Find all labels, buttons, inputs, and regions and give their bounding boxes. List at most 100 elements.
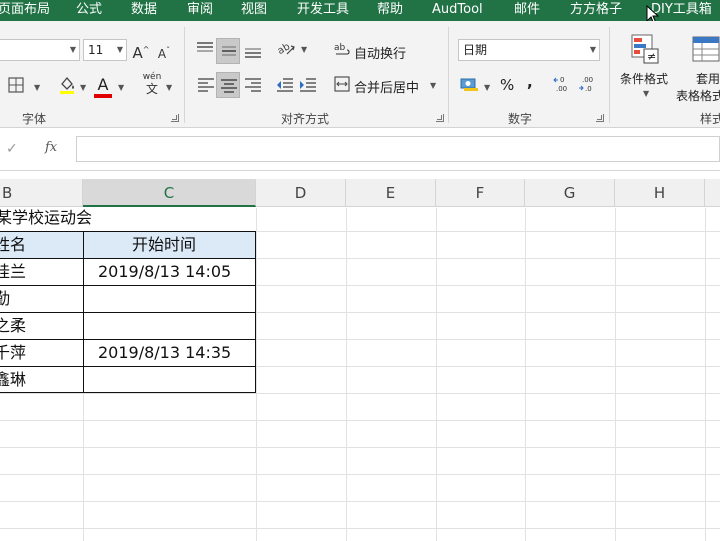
- worksheet-grid: B C D E F G H 某学校运动会 姓名 开始时间 桂兰 2019/8/1…: [0, 171, 720, 541]
- ribbon: ▼ 11 ▼ A^ Aˇ ▼ ▼ A ▼ wén 文 ▼ 字体 ab ▼ ab …: [0, 21, 720, 128]
- row-line: [0, 447, 720, 448]
- font-size-combo[interactable]: 11 ▼: [83, 39, 127, 61]
- table-divider: [0, 285, 256, 286]
- increase-decimal-icon[interactable]: 0 .00: [553, 74, 573, 94]
- menu-view[interactable]: 视图: [241, 0, 267, 21]
- formula-input[interactable]: [76, 136, 720, 162]
- increase-indent-icon[interactable]: [298, 75, 318, 95]
- alignment-dialog-launcher-icon[interactable]: [436, 114, 444, 122]
- grow-font-icon: A: [132, 44, 143, 62]
- col-line: [705, 208, 706, 541]
- column-header-g[interactable]: G: [525, 179, 615, 207]
- comma-style-button[interactable]: ,: [527, 73, 533, 91]
- shrink-font-icon: A: [157, 47, 167, 61]
- styles-group-label: 样式: [700, 112, 720, 126]
- chevron-down-icon[interactable]: ▼: [34, 83, 40, 92]
- font-color-swatch: [94, 94, 112, 98]
- svg-text:.00: .00: [556, 85, 567, 93]
- font-size-value: 11: [88, 43, 104, 57]
- format-as-table-button[interactable]: 套用: [696, 70, 720, 87]
- table-divider: [0, 339, 256, 340]
- menu-audtool[interactable]: AudTool: [432, 0, 483, 21]
- number-format-combo[interactable]: 日期 ▼: [458, 39, 600, 61]
- row-line: [0, 474, 720, 475]
- align-center-icon: [221, 79, 237, 93]
- column-header-c[interactable]: C: [83, 179, 256, 207]
- number-group-label: 数字: [508, 112, 533, 126]
- chevron-down-icon[interactable]: ▼: [430, 81, 436, 90]
- align-right-icon[interactable]: [243, 75, 263, 95]
- menu-bar: 页面布局 公式 数据 审阅 视图 开发工具 帮助 AudTool 邮件 方方格子…: [0, 0, 720, 21]
- decrease-indent-icon[interactable]: [275, 75, 295, 95]
- group-separator: [448, 27, 449, 123]
- format-as-table-label[interactable]: 表格格式: [676, 87, 720, 104]
- menu-formulas[interactable]: 公式: [76, 0, 102, 21]
- conditional-format-button[interactable]: 条件格式: [620, 70, 668, 87]
- align-bottom-icon[interactable]: [242, 40, 264, 62]
- chevron-down-icon[interactable]: ▼: [643, 89, 649, 98]
- font-dialog-launcher-icon[interactable]: [171, 114, 179, 122]
- sheet-title[interactable]: 某学校运动会: [0, 205, 92, 231]
- wrap-text-button[interactable]: 自动换行: [354, 43, 406, 62]
- column-header-e[interactable]: E: [346, 179, 436, 207]
- insert-function-icon[interactable]: fx: [45, 140, 57, 155]
- font-group-label: 字体: [22, 112, 47, 126]
- chevron-down-icon[interactable]: ▼: [301, 45, 307, 54]
- svg-text:.0: .0: [585, 85, 592, 93]
- menu-developer[interactable]: 开发工具: [297, 0, 349, 21]
- svg-text:ab: ab: [334, 43, 346, 53]
- align-top-icon[interactable]: [194, 38, 216, 60]
- group-separator: [609, 27, 610, 123]
- chevron-down-icon[interactable]: ▼: [80, 83, 86, 92]
- align-left-icon[interactable]: [196, 75, 216, 95]
- column-header-i[interactable]: [705, 179, 720, 207]
- column-header-f[interactable]: F: [436, 179, 525, 207]
- align-middle-button[interactable]: [216, 38, 240, 64]
- enter-check-icon[interactable]: ✓: [6, 141, 18, 157]
- borders-icon[interactable]: [8, 77, 24, 93]
- menu-page-layout[interactable]: 页面布局: [0, 0, 50, 21]
- phonetic-guide-button[interactable]: wén 文: [139, 72, 165, 98]
- menu-mail[interactable]: 邮件: [514, 0, 540, 21]
- chevron-down-icon[interactable]: ▼: [118, 83, 124, 92]
- column-header-d[interactable]: D: [256, 179, 346, 207]
- col-line: [346, 208, 347, 541]
- align-center-button[interactable]: [216, 72, 240, 98]
- table-divider: [0, 258, 256, 259]
- row-line: [0, 528, 720, 529]
- currency-icon[interactable]: [460, 75, 480, 93]
- merge-center-button[interactable]: 合并后居中: [354, 77, 419, 96]
- row-line: [0, 420, 720, 421]
- font-name-combo[interactable]: ▼: [0, 39, 80, 61]
- col-line: [436, 208, 437, 541]
- chevron-down-icon: ▼: [116, 45, 123, 54]
- fill-color-icon[interactable]: [58, 75, 76, 95]
- menu-diy-toolbox[interactable]: DIY工具箱: [651, 0, 712, 21]
- menu-data[interactable]: 数据: [131, 0, 157, 21]
- conditional-format-icon: ≠: [631, 34, 659, 64]
- phonetic-label: wén: [142, 72, 162, 82]
- svg-text:0: 0: [560, 76, 564, 84]
- svg-text:≠: ≠: [647, 50, 656, 63]
- percent-button[interactable]: %: [500, 76, 514, 94]
- wrap-text-icon: ab: [334, 43, 350, 55]
- format-as-table-icon: [692, 36, 720, 62]
- align-middle-icon: [222, 46, 236, 56]
- number-dialog-launcher-icon[interactable]: [596, 114, 604, 122]
- alignment-group-label: 对齐方式: [281, 112, 330, 126]
- column-header-b[interactable]: B: [0, 179, 83, 207]
- orientation-icon[interactable]: ab: [275, 38, 297, 60]
- table-divider: [0, 366, 256, 367]
- menu-review[interactable]: 审阅: [187, 0, 213, 21]
- merge-center-icon: [334, 76, 350, 92]
- menu-fangfang[interactable]: 方方格子: [570, 0, 622, 21]
- grow-font-button[interactable]: A^: [132, 38, 150, 62]
- column-header-h[interactable]: H: [615, 179, 705, 207]
- menu-help[interactable]: 帮助: [377, 0, 403, 21]
- shrink-font-button[interactable]: Aˇ: [156, 39, 172, 63]
- chevron-down-icon[interactable]: ▼: [484, 83, 490, 92]
- svg-text:ab: ab: [276, 41, 292, 57]
- decrease-decimal-icon[interactable]: .00 .0: [578, 74, 598, 94]
- table-divider: [0, 312, 256, 313]
- chevron-down-icon[interactable]: ▼: [166, 83, 172, 92]
